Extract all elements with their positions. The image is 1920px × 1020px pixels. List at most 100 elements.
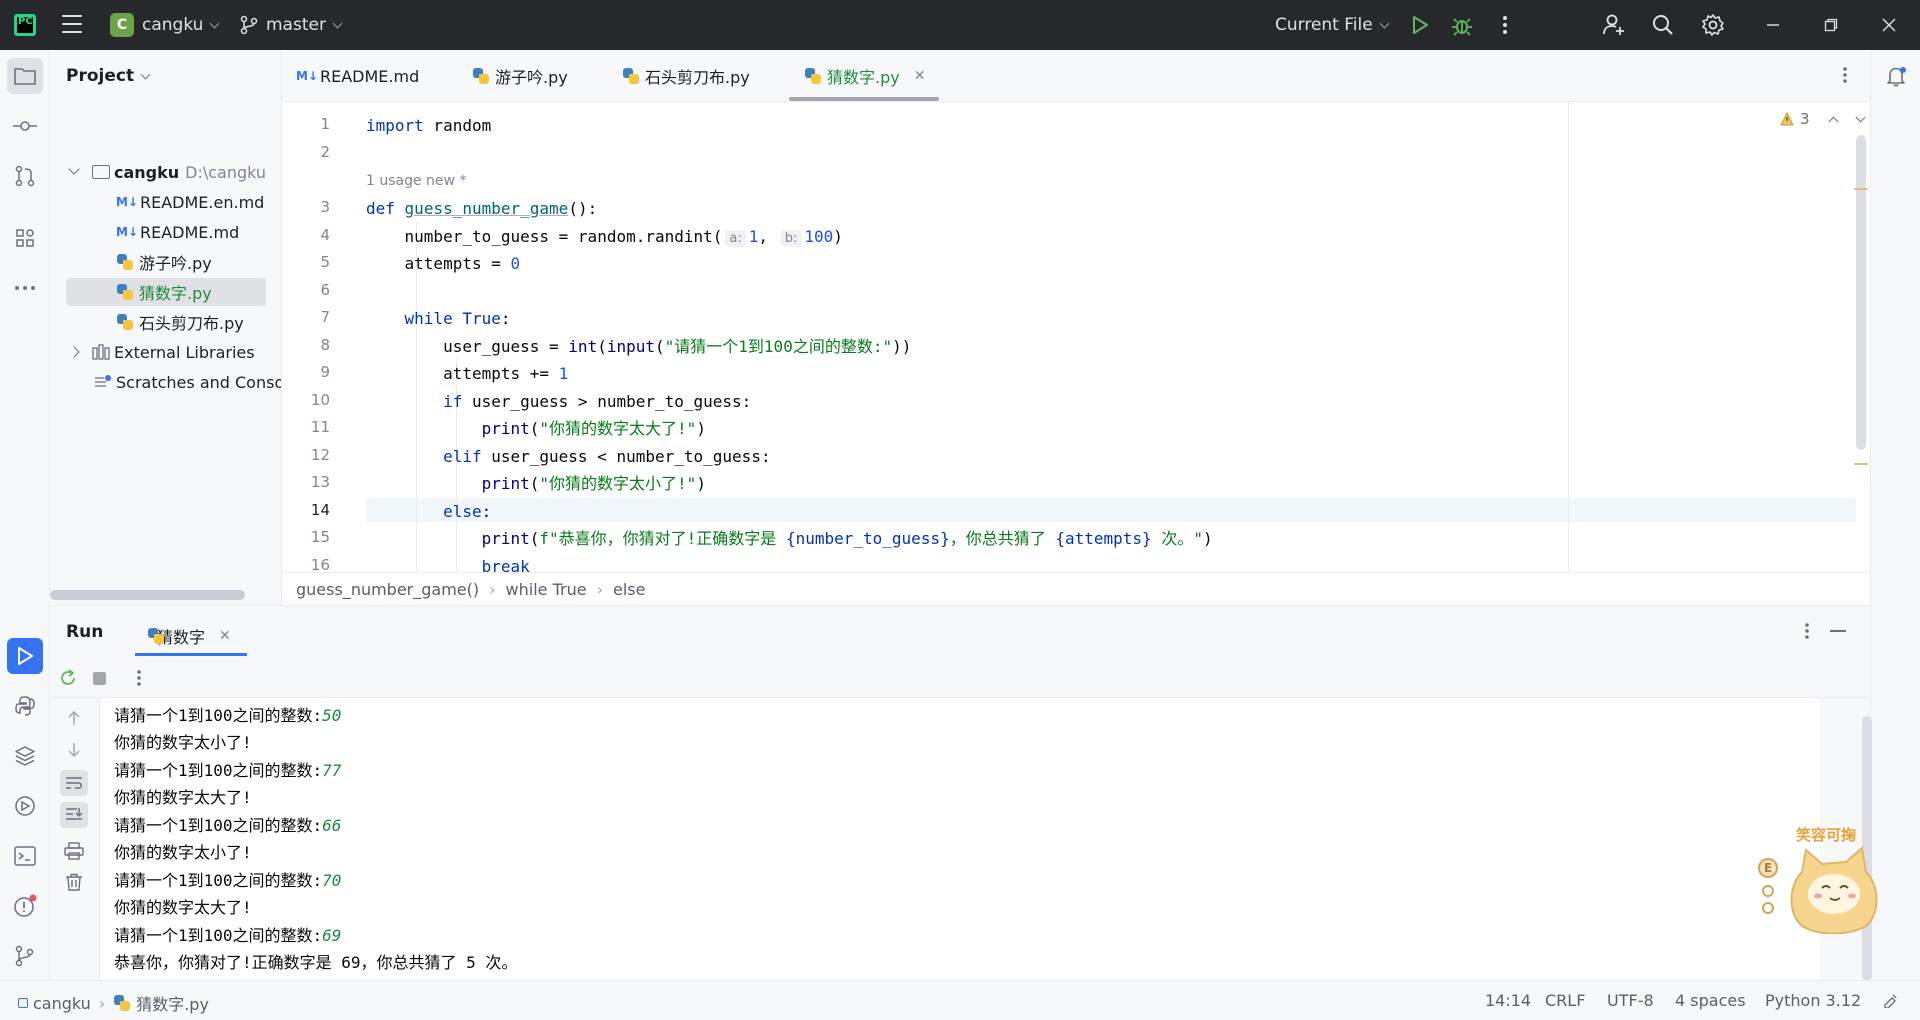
run-tab-caishuzi[interactable]: 猜数字 ✕	[135, 616, 231, 656]
tree-root-cangku[interactable]: cangku D:\cangku	[68, 158, 266, 186]
scroll-to-end-icon[interactable]	[60, 802, 88, 828]
tab-readme[interactable]: M↓ README.md	[296, 50, 419, 102]
trash-icon[interactable]	[65, 873, 83, 895]
settings-gear-icon[interactable]	[1700, 12, 1726, 38]
param-hint-a: a:	[725, 230, 746, 247]
tree-file-youziyin[interactable]: 游子吟.py	[116, 248, 212, 276]
project-switcher[interactable]: cangku	[142, 15, 220, 35]
tab-shitou[interactable]: 石头剪刀布.py	[622, 50, 750, 102]
indent-setting[interactable]: 4 spaces	[1675, 991, 1746, 1010]
breadcrumb-item[interactable]: while True	[506, 580, 587, 599]
services-icon[interactable]	[7, 788, 43, 824]
search-icon[interactable]	[1650, 12, 1676, 38]
file-encoding[interactable]: UTF-8	[1607, 991, 1654, 1010]
line-ending[interactable]: CRLF	[1545, 991, 1585, 1010]
terminal-icon[interactable]	[7, 838, 43, 874]
run-options-icon[interactable]	[1804, 622, 1810, 644]
chevron-up-icon[interactable]	[1828, 116, 1838, 126]
breadcrumb-item[interactable]: guess_number_game()	[296, 580, 479, 599]
status-breadcrumb[interactable]: cangku › 猜数字.py	[18, 991, 209, 1015]
git-icon[interactable]	[7, 938, 43, 974]
run-tool-icon[interactable]	[7, 638, 43, 674]
run-panel-title: Run	[66, 622, 104, 642]
warning-marker[interactable]	[1854, 463, 1868, 465]
run-configuration-selector[interactable]: Current File	[1275, 15, 1390, 35]
project-horizontal-scrollbar[interactable]	[50, 590, 245, 600]
breadcrumb-item[interactable]: else	[613, 580, 645, 599]
close-tab-icon[interactable]: ✕	[914, 68, 926, 84]
tab-youziyin[interactable]: 游子吟.py	[472, 50, 568, 102]
stop-icon[interactable]	[93, 672, 106, 685]
code-line-14: else:	[443, 502, 492, 521]
editor: M↓ README.md 游子吟.py 石头剪刀布.py 猜数字.py ✕ 1 2 …	[282, 50, 1870, 605]
restore-window-icon[interactable]	[1818, 12, 1844, 38]
scroll-down-icon[interactable]	[66, 742, 82, 762]
soft-wrap-icon[interactable]	[60, 770, 88, 796]
commit-icon[interactable]	[7, 108, 43, 144]
print-icon[interactable]	[64, 842, 84, 864]
markdown-icon: M↓	[296, 69, 318, 83]
python-interpreter[interactable]: Python 3.12	[1765, 991, 1861, 1010]
pull-requests-icon[interactable]	[7, 158, 43, 194]
code-line-13: print("你猜的数字太小了!")	[481, 474, 706, 493]
tree-file-readme-en[interactable]: M↓ README.en.md	[116, 188, 264, 216]
run-toolbar-more-icon[interactable]	[136, 669, 142, 691]
warning-marker[interactable]	[1854, 188, 1868, 190]
line-number: 11	[310, 418, 330, 436]
tab-caishuzi[interactable]: 猜数字.py ✕	[804, 50, 925, 102]
caret-position[interactable]: 14:14	[1485, 991, 1531, 1010]
tree-file-shitou[interactable]: 石头剪刀布.py	[116, 308, 244, 336]
code-line-7: while True:	[404, 309, 511, 328]
minimize-window-icon[interactable]	[1760, 12, 1786, 38]
console-toolbar	[50, 698, 100, 981]
close-tab-icon[interactable]: ✕	[219, 628, 231, 644]
run-icon[interactable]	[1407, 12, 1433, 38]
status-project: cangku	[33, 993, 91, 1013]
console-output[interactable]: 请猜一个1到100之间的整数:50 你猜的数字太小了! 请猜一个1到100之间的…	[100, 698, 1820, 981]
active-tab-indicator	[789, 97, 939, 101]
inspection-widget[interactable]: 3	[1780, 110, 1865, 128]
more-tools-icon[interactable]	[7, 270, 43, 306]
code-line-12: elif user_guess < number_to_guess:	[443, 447, 771, 466]
code-line-9: attempts += 1	[366, 364, 569, 383]
pycharm-logo-icon[interactable]: PC	[14, 14, 36, 36]
tabs-more-icon[interactable]	[1842, 66, 1848, 88]
line-number: 1	[320, 115, 330, 133]
python-packages-icon[interactable]	[7, 738, 43, 774]
main-menu-icon[interactable]	[62, 15, 82, 33]
python-console-icon[interactable]	[7, 688, 43, 724]
tree-file-label: README.en.md	[140, 192, 265, 212]
read-only-lock-icon[interactable]	[1882, 992, 1898, 1012]
usage-inlay-hint[interactable]: 1 usage new *	[366, 173, 466, 189]
line-number-current: 14	[310, 501, 330, 519]
sticker-dot	[1762, 885, 1774, 897]
git-branch-icon	[240, 15, 258, 35]
project-panel-title[interactable]: Project	[66, 66, 151, 86]
project-badge[interactable]: C	[110, 13, 134, 37]
tree-file-caishuzi[interactable]: 猜数字.py	[66, 278, 266, 306]
add-user-icon[interactable]	[1601, 12, 1627, 38]
code-line-4: number_to_guess = random.randint(a: 1, b:…	[366, 227, 843, 247]
more-actions-icon[interactable]	[1492, 12, 1518, 38]
tab-label: 猜数字.py	[827, 68, 900, 87]
close-window-icon[interactable]	[1876, 12, 1902, 38]
code-area[interactable]: import random 1 usage new * def guess_nu…	[366, 102, 1856, 572]
status-bar: cangku › 猜数字.py 14:14 CRLF UTF-8 4 space…	[0, 980, 1920, 1020]
rerun-icon[interactable]	[58, 668, 78, 692]
tree-scratches[interactable]: Scratches and Conso	[94, 368, 282, 396]
line-number: 4	[320, 226, 330, 244]
editor-vertical-scrollbar[interactable]	[1856, 135, 1866, 450]
hide-panel-icon[interactable]	[1830, 630, 1846, 632]
problems-icon[interactable]	[7, 888, 43, 924]
chevron-down-icon[interactable]	[1855, 112, 1865, 122]
line-number: 13	[310, 473, 330, 491]
branch-switcher[interactable]: master	[266, 15, 343, 35]
structure-icon[interactable]	[7, 220, 43, 256]
scratches-label: Scratches and Conso	[116, 372, 282, 392]
debug-icon[interactable]	[1449, 12, 1475, 38]
tree-file-readme[interactable]: M↓ README.md	[116, 218, 239, 246]
project-folder-icon[interactable]	[7, 58, 43, 94]
scroll-up-icon[interactable]	[66, 710, 82, 730]
notifications-bell-icon[interactable]	[1878, 58, 1914, 94]
tree-external-libraries[interactable]: External Libraries	[68, 338, 255, 366]
